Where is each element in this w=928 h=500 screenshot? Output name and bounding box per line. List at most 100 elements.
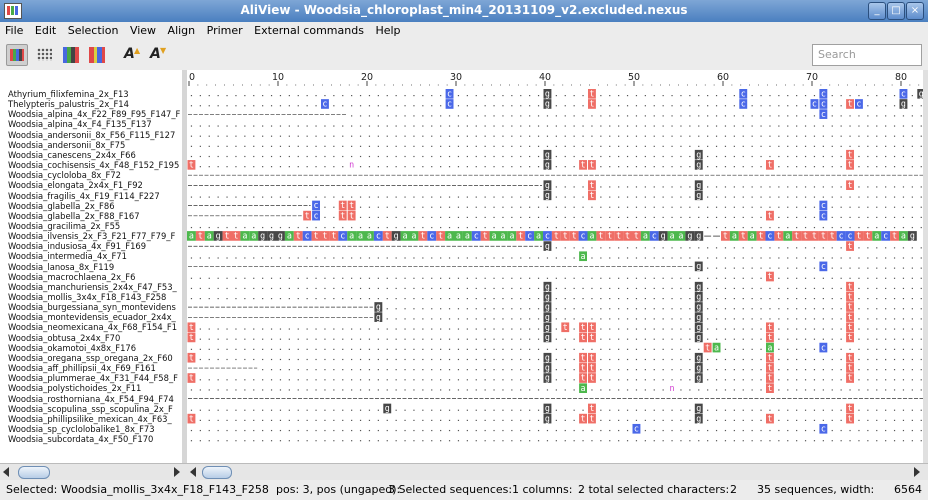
menu-selection[interactable]: Selection xyxy=(65,22,122,40)
sequence-name[interactable]: Woodsia_ilvensis_2x_F3_F21_F77_F79_F xyxy=(8,231,175,241)
sequence-name[interactable]: Woodsia_intermedia_4x_F71 xyxy=(8,251,127,261)
sequence-name[interactable]: Woodsia_cycloloba_8x_F72 xyxy=(8,170,121,180)
sequence-name[interactable]: Woodsia_andersonii_8x_F56_F115_F127 xyxy=(8,130,175,140)
sequence-row[interactable]: atagttaagggatctttcaaactgaatctaaactaaatca… xyxy=(187,231,917,241)
sequence-row[interactable]: gtgt xyxy=(188,180,922,190)
menu-view[interactable]: View xyxy=(127,22,159,40)
sequence-row[interactable]: gc xyxy=(188,261,922,272)
scroll-right-icon[interactable] xyxy=(914,467,920,477)
sequence-row[interactable]: tgttgtt xyxy=(187,352,922,363)
sequence-row[interactable]: ggt xyxy=(190,149,922,160)
sequence-row[interactable]: ggt xyxy=(190,281,922,292)
sequence-row[interactable] xyxy=(190,226,922,229)
sequence-name[interactable]: Woodsia_glabella_2x_F86 xyxy=(8,201,115,211)
alignment-grid[interactable]: c g t c c c gc c g t c c c t c gcg g tt n g t t g t tg t g tg t gc t t c… xyxy=(187,70,923,463)
sequence-row[interactable]: gggt xyxy=(188,312,922,322)
sequence-row[interactable]: ggtgt xyxy=(190,403,922,414)
search-input[interactable]: Search xyxy=(812,44,922,66)
sequence-name[interactable]: Woodsia_phillipsilike_mexican_4x_F63_ xyxy=(8,414,172,424)
sequence-row[interactable]: taac xyxy=(190,342,922,353)
sequence-row[interactable]: cgtcccg xyxy=(190,89,923,99)
sequence-row[interactable]: tgttgtt xyxy=(187,373,922,383)
sequence-row[interactable]: c tt c xyxy=(188,200,922,211)
font-increase-button[interactable]: A ▲ xyxy=(120,44,142,66)
alignment-horizontal-scrollbar[interactable] xyxy=(186,463,928,480)
scroll-left-icon[interactable] xyxy=(3,467,9,477)
menu-align[interactable]: Align xyxy=(165,22,199,40)
color-view-button[interactable] xyxy=(6,44,28,66)
sequence-row[interactable]: gttgtt xyxy=(188,363,922,373)
sequence-row[interactable] xyxy=(190,145,922,147)
sequence-name[interactable]: Woodsia_rosthorniana_4x_F54_F94_F74 xyxy=(8,394,174,404)
menu-primer[interactable]: Primer xyxy=(204,22,246,40)
codon-view-button[interactable] xyxy=(86,44,108,66)
menu-edit[interactable]: Edit xyxy=(32,22,59,40)
dot-view-button[interactable] xyxy=(34,44,56,66)
sequence-name[interactable]: Woodsia_lanosa_8x_F119 xyxy=(8,262,114,272)
translate-view-button[interactable] xyxy=(60,44,82,66)
sequence-name[interactable]: Woodsia_gracilima_2x_F55 xyxy=(8,221,120,231)
minimize-button[interactable]: _ xyxy=(868,2,886,20)
sequence-name[interactable]: Woodsia_alpina_4x_F4_F135_F137 xyxy=(8,119,152,129)
alignment-panel[interactable]: 0 10 20 30 40 50 60 70 80 cgtcccgccgtccctcgcggtt… xyxy=(187,70,923,463)
sequence-name[interactable]: Woodsia_fragilis_4x_F19_F114_F227 xyxy=(8,191,160,201)
sequence-name[interactable]: Woodsia_montevidensis_ecuador_2x4x_ xyxy=(8,312,176,322)
scroll-thumb[interactable] xyxy=(18,466,50,479)
sequence-name[interactable]: Woodsia_polystichoides_2x_F11 xyxy=(8,383,141,393)
sequence-name[interactable]: Woodsia_sp_cyclolobalike1_8x_F73 xyxy=(8,424,155,434)
sequence-name[interactable]: Woodsia_cochisensis_4x_F48_F152_F195 xyxy=(8,160,179,170)
sequence-name[interactable]: Thelypteris_palustris_2x_F14 xyxy=(8,99,129,109)
sequence-name[interactable]: Athyrium_filixfemina_2x_F13 xyxy=(8,89,129,99)
sequence-name[interactable]: Woodsia_burgessiana_syn_montevidens xyxy=(8,302,176,312)
sequence-row[interactable]: cc xyxy=(190,423,922,434)
sequence-row[interactable]: t xyxy=(190,271,922,282)
scroll-right-icon[interactable] xyxy=(174,467,180,477)
sequence-name-panel[interactable]: Athyrium_filixfemina_2x_F13 Thelypteris_p… xyxy=(0,70,185,463)
sequence-row[interactable]: tgttgtt xyxy=(187,332,922,343)
sequence-name[interactable]: Woodsia_manchuriensis_2x4x_F47_F53_ xyxy=(8,282,177,292)
sequence-row[interactable] xyxy=(190,135,922,137)
sequence-name[interactable]: Woodsia_macrochlaena_2x_F6 xyxy=(8,272,135,282)
sequence-row[interactable]: gggt xyxy=(188,302,922,312)
sequence-name[interactable]: Woodsia_scopulina_ssp_scopulina_2x_F xyxy=(8,404,173,414)
scroll-thumb[interactable] xyxy=(202,466,232,479)
sequence-row[interactable]: tngttgtt xyxy=(187,160,922,170)
sequence-name[interactable]: Woodsia_okamotoi_4x8x_F176 xyxy=(8,343,136,353)
sequence-row[interactable] xyxy=(190,125,922,127)
sequence-row[interactable]: ccgtccctcg xyxy=(190,99,922,109)
sequence-row[interactable] xyxy=(190,440,922,442)
sequence-name[interactable]: Woodsia_indusiosa_4x_F91_F169 xyxy=(8,241,146,251)
sequence-name[interactable]: Woodsia_glabella_2x_F88_F167 xyxy=(8,211,140,221)
sequence-name[interactable]: Woodsia_aff_phillipsii_4x_F69_F161 xyxy=(8,363,156,373)
sequence-name[interactable]: Woodsia_andersonii_8x_F75 xyxy=(8,140,125,150)
close-button[interactable]: × xyxy=(906,2,924,20)
font-decrease-button[interactable]: A ▼ xyxy=(146,44,168,66)
sequence-name[interactable]: Woodsia_elongata_2x4x_F1_F92 xyxy=(8,180,143,190)
vertical-scrollbar[interactable] xyxy=(923,70,928,463)
sequence-row[interactable]: ggt xyxy=(190,292,922,302)
sequence-row[interactable]: gtg xyxy=(190,190,922,201)
sequence-name[interactable]: Woodsia_neomexicana_4x_F68_F154_F1 xyxy=(8,322,177,332)
sequence-row[interactable]: tgttgtt xyxy=(187,413,922,424)
sequence-name[interactable]: Woodsia_alpina_4x_F22_F89_F95_F147_F xyxy=(8,109,180,119)
grid-color-icon xyxy=(10,49,24,61)
sequence-name[interactable]: Woodsia_canescens_2x4x_F66 xyxy=(8,150,136,160)
maximize-button[interactable]: □ xyxy=(887,2,905,20)
sequence-name[interactable]: Woodsia_plummerae_4x_F31_F44_F58_F xyxy=(8,373,178,383)
sequence-name[interactable]: Woodsia_subcordata_4x_F50_F170 xyxy=(8,434,153,444)
scroll-left-icon[interactable] xyxy=(190,467,196,477)
sequence-name[interactable]: Woodsia_obtusa_2x4x_F70 xyxy=(8,333,120,343)
sequence-row[interactable]: ant xyxy=(190,383,922,393)
sequence-row[interactable]: gt xyxy=(188,241,922,251)
names-horizontal-scrollbar[interactable] xyxy=(0,463,186,480)
sequence-name[interactable]: Woodsia_mollis_3x4x_F18_F143_F258 xyxy=(8,292,166,302)
base-letter: c xyxy=(821,423,826,433)
sequence-row[interactable]: a xyxy=(190,251,922,262)
menu-file[interactable]: File xyxy=(2,22,26,40)
menu-help[interactable]: Help xyxy=(372,22,403,40)
menu-external-commands[interactable]: External commands xyxy=(251,22,367,40)
sequence-name[interactable]: Woodsia_oregana_ssp_oregana_2x_F60 xyxy=(8,353,173,363)
sequence-row[interactable]: c xyxy=(188,109,922,119)
sequence-row[interactable]: tgtttgtt xyxy=(187,322,922,333)
sequence-row[interactable]: tctttc xyxy=(188,210,922,221)
